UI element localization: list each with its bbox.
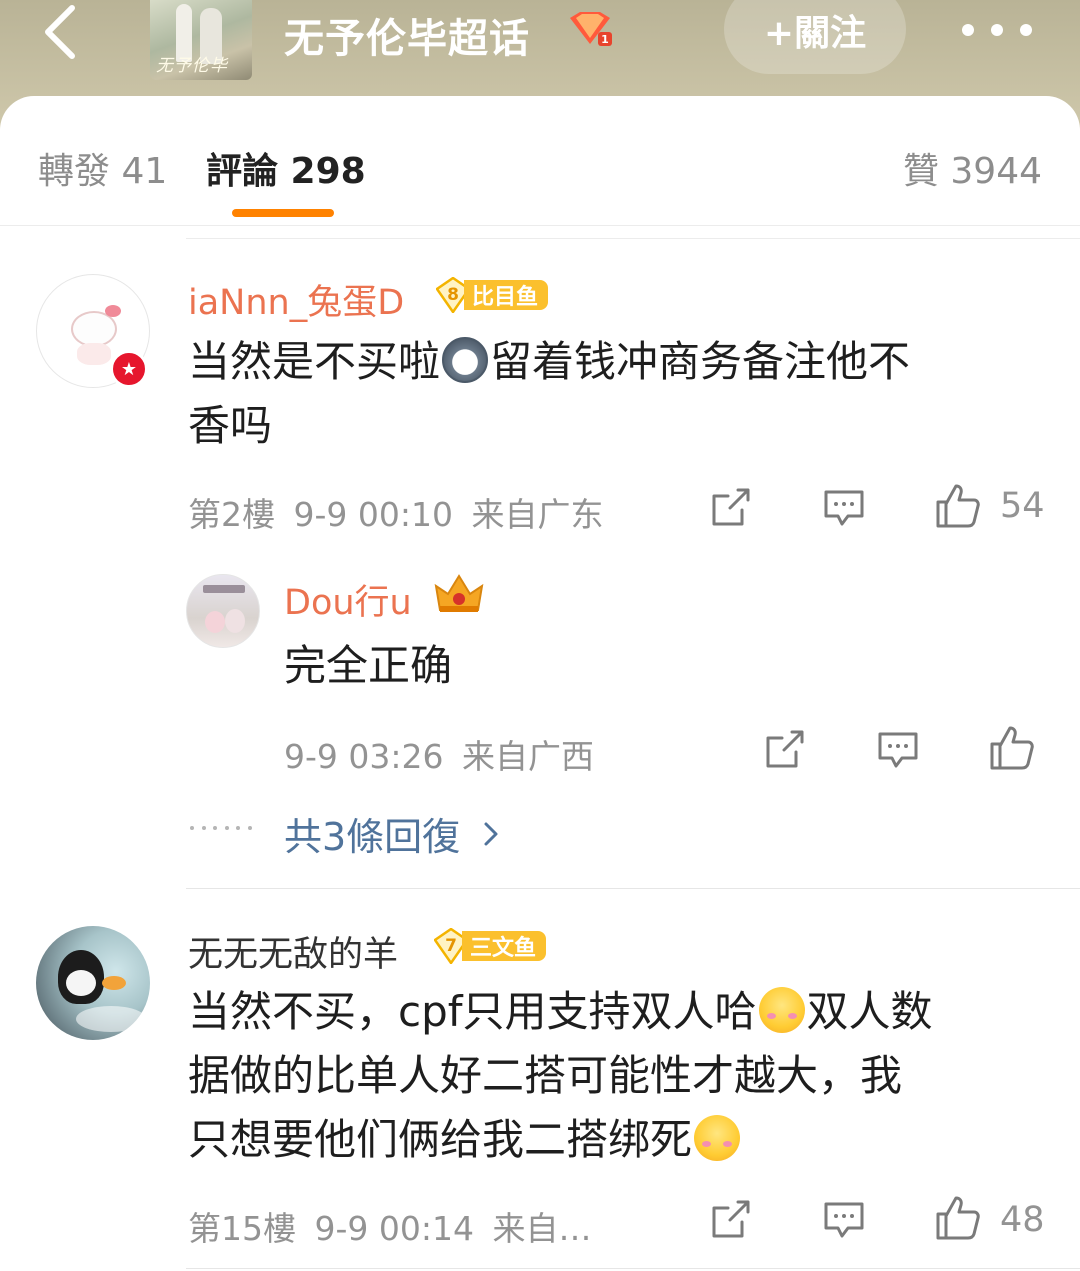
tab-likes[interactable]: 贊 3944 bbox=[903, 142, 1042, 194]
verified-badge-icon: ★ bbox=[110, 350, 148, 388]
reply-username[interactable]: Dou行u bbox=[284, 574, 412, 625]
comment-time: 9-9 00:10 bbox=[293, 495, 454, 534]
blush-emoji-icon bbox=[758, 987, 805, 1033]
avatar[interactable] bbox=[36, 926, 150, 1040]
comment-username[interactable]: 无无无敌的羊 bbox=[188, 926, 398, 977]
reply-text: 完全正确 bbox=[284, 641, 453, 690]
comment-text-part: 只想要他们俩给我二搭绑死 bbox=[188, 1115, 693, 1164]
like-icon[interactable] bbox=[988, 724, 1036, 772]
like-icon[interactable] bbox=[934, 1194, 982, 1242]
like-count: 54 bbox=[1000, 486, 1045, 526]
comment-meta: 第2樓 9-9 00:10 来自广东 bbox=[188, 488, 604, 536]
comment-text-part: 双人数 bbox=[806, 987, 933, 1036]
divider bbox=[186, 238, 1080, 239]
more-dots-icon[interactable] bbox=[962, 18, 1032, 42]
reply-meta: 9-9 03:26 来自广西 bbox=[284, 730, 594, 778]
comment-time: 9-9 00:14 bbox=[314, 1209, 475, 1248]
more-replies-label: 共3條回復 bbox=[284, 815, 461, 859]
more-replies-link[interactable]: 共3條回復 bbox=[284, 806, 502, 861]
level-number: 8 bbox=[447, 285, 459, 305]
repost-icon[interactable] bbox=[708, 486, 752, 530]
avatar[interactable] bbox=[186, 574, 260, 648]
chevron-right-icon bbox=[484, 822, 498, 845]
dog-emoji-icon bbox=[442, 337, 489, 383]
repost-icon[interactable] bbox=[708, 1198, 752, 1242]
reply-location: 来自广西 bbox=[462, 737, 594, 776]
level-name: 比目鱼 bbox=[464, 280, 549, 310]
comment-text-part: 留着钱冲商务备注他不 bbox=[490, 337, 911, 386]
divider bbox=[186, 1268, 1080, 1269]
topic-thumbnail[interactable]: 无予伦毕 bbox=[150, 0, 252, 80]
divider bbox=[0, 225, 1080, 226]
comment-icon[interactable] bbox=[876, 728, 920, 772]
comment-text-part: 当然不买，cpf只用支持双人哈 bbox=[188, 987, 757, 1036]
level-number: 7 bbox=[445, 936, 457, 956]
comment-text-line: 香吗 bbox=[188, 401, 273, 450]
comment-text-part: 当然是不买啦 bbox=[188, 337, 441, 386]
comment-icon[interactable] bbox=[822, 1198, 866, 1242]
comment-text: 只想要他们俩给我二搭绑死 bbox=[188, 1108, 742, 1172]
crown-icon bbox=[434, 574, 484, 612]
comment-text: 当然不买，cpf只用支持双人哈 双人数 bbox=[188, 980, 933, 1044]
comment-username[interactable]: iaNnn_兔蛋D bbox=[188, 274, 404, 325]
vip-gem-icon: 1 bbox=[570, 12, 612, 46]
level-badge[interactable]: 8 比目鱼 bbox=[436, 277, 549, 313]
floor-number: 第15樓 bbox=[188, 1209, 296, 1248]
active-tab-indicator bbox=[232, 209, 334, 217]
comment-location: 来自广东 bbox=[471, 495, 604, 534]
level-name: 三文鱼 bbox=[462, 931, 547, 961]
follow-button[interactable]: +關注 bbox=[724, 0, 906, 74]
comment-text-line: 据做的比单人好二搭可能性才越大，我 bbox=[188, 1051, 903, 1100]
back-arrow-icon[interactable] bbox=[34, 2, 94, 62]
level-badge[interactable]: 7 三文鱼 bbox=[434, 928, 547, 964]
ellipsis-dots bbox=[190, 826, 252, 830]
repost-icon[interactable] bbox=[762, 728, 806, 772]
svg-text:1: 1 bbox=[601, 33, 609, 46]
comment-text: 当然是不买啦 留着钱冲商务备注他不 bbox=[188, 330, 910, 394]
comment-location: 来自… bbox=[492, 1209, 592, 1248]
topic-title[interactable]: 无予伦毕超话 bbox=[284, 6, 530, 64]
reply-time: 9-9 03:26 bbox=[284, 737, 444, 776]
blush-emoji-icon bbox=[694, 1115, 741, 1161]
comment-meta: 第15樓 9-9 00:14 来自… bbox=[188, 1202, 592, 1250]
comment-icon[interactable] bbox=[822, 486, 866, 530]
divider bbox=[186, 888, 1080, 889]
tab-comments[interactable]: 評論 298 bbox=[206, 142, 366, 194]
like-icon[interactable] bbox=[934, 482, 982, 530]
floor-number: 第2樓 bbox=[188, 495, 275, 534]
thumb-caption: 无予伦毕 bbox=[156, 56, 228, 76]
like-count: 48 bbox=[1000, 1200, 1045, 1240]
tab-reposts[interactable]: 轉發 41 bbox=[38, 142, 167, 194]
